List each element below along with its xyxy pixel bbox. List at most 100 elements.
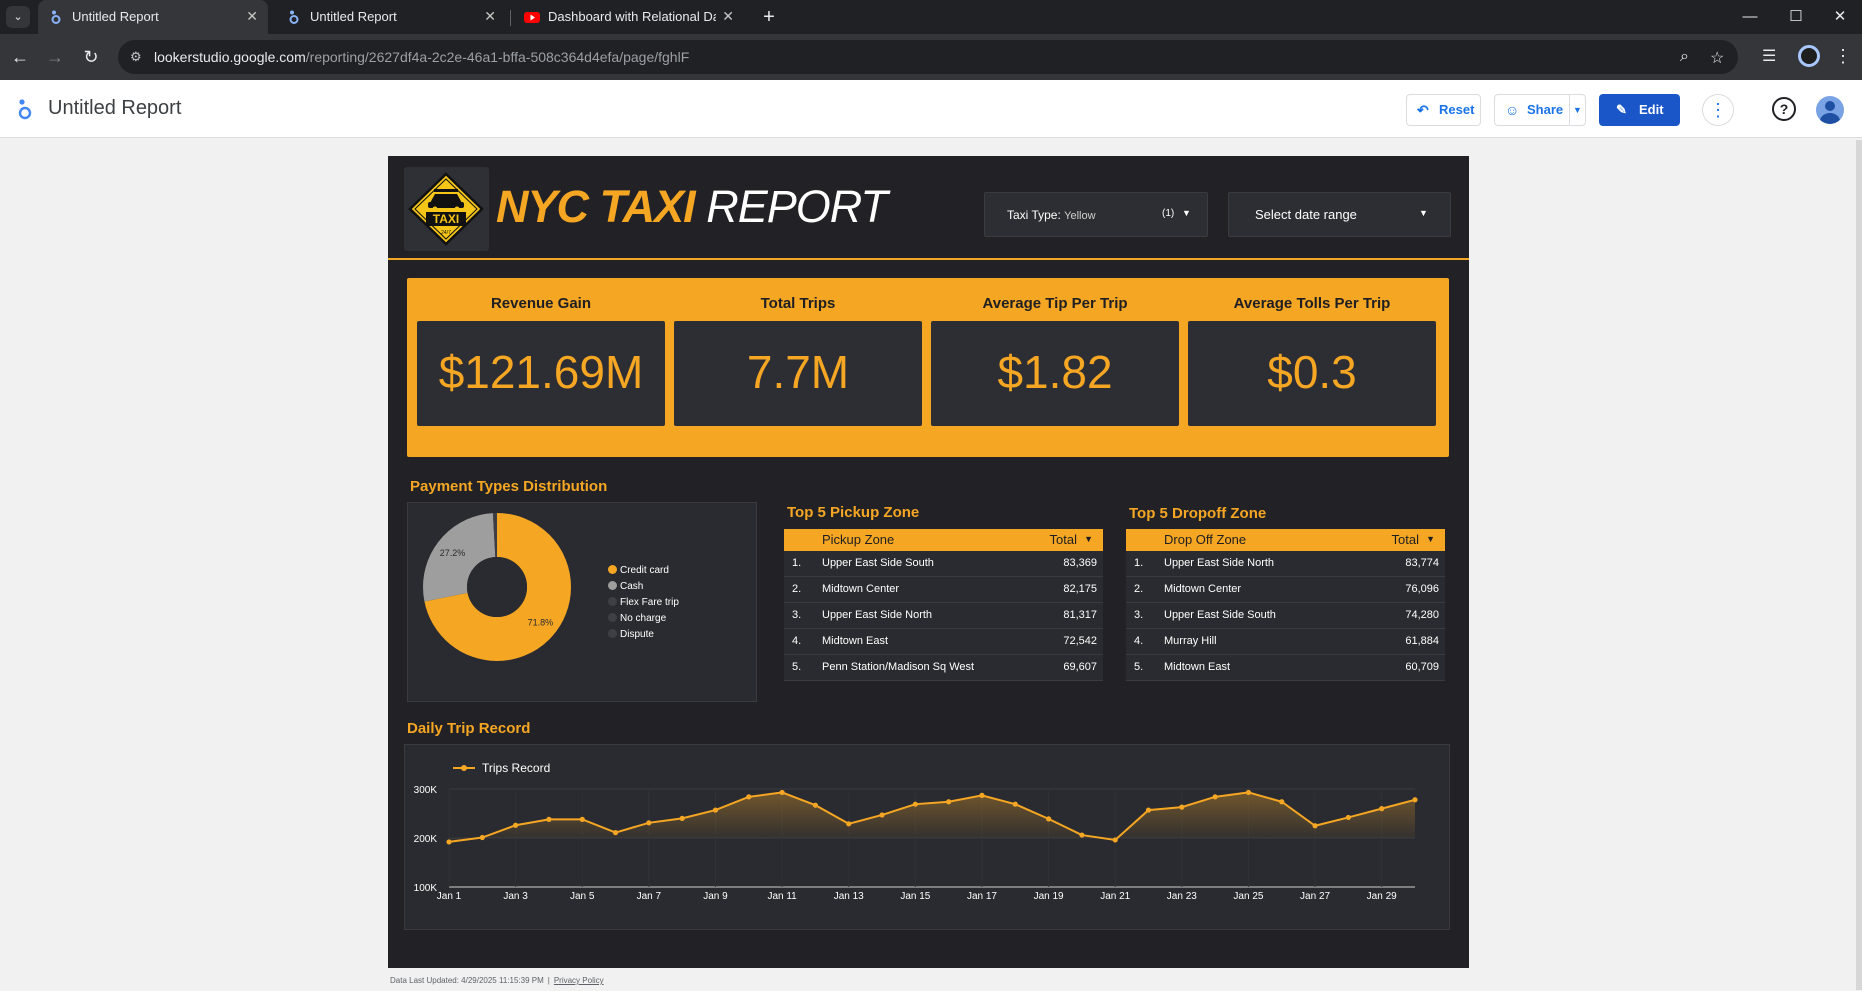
minimize-button[interactable]: — <box>1728 4 1772 30</box>
data-point[interactable] <box>1312 823 1318 829</box>
data-point[interactable] <box>1245 789 1252 796</box>
url-path: /reporting/2627df4a-2c2e-46a1-bffa-508c3… <box>305 49 690 65</box>
sort-desc-icon[interactable]: ▼ <box>1426 534 1435 544</box>
data-point[interactable] <box>1412 797 1418 803</box>
table-row[interactable]: 3. Upper East Side North 81,317 <box>784 603 1103 629</box>
table-row[interactable]: 5. Penn Station/Madison Sq West 69,607 <box>784 655 1103 681</box>
payment-donut-chart[interactable]: 71.8% 27.2% Credit card Cash Flex Fare trip… <box>407 502 757 702</box>
tab-untitled-report-2[interactable]: Untitled Report ✕ <box>276 0 506 34</box>
data-point[interactable] <box>513 822 519 828</box>
data-point[interactable] <box>746 794 752 800</box>
table-row[interactable]: 2. Midtown Center 82,175 <box>784 577 1103 603</box>
close-icon[interactable]: ✕ <box>722 8 734 25</box>
column-header-zone[interactable]: Drop Off Zone <box>1164 532 1246 547</box>
data-point[interactable] <box>579 816 585 822</box>
new-tab-button[interactable]: + <box>756 4 782 30</box>
data-point[interactable] <box>1279 799 1285 805</box>
table-row[interactable]: 4. Murray Hill 61,884 <box>1126 629 1445 655</box>
legend-label: Dispute <box>620 629 654 640</box>
forward-button[interactable]: → <box>42 44 68 70</box>
date-range-label: Select date range <box>1255 207 1357 222</box>
looker-studio-logo-icon <box>18 99 32 120</box>
column-header-total[interactable]: Total <box>1392 532 1419 547</box>
tab-search-button[interactable]: ⌄ <box>6 6 30 28</box>
daily-trip-chart[interactable]: 100K 200K 300K Jan 1 Jan 3 Jan 5 Jan 7 Jan 9 Jan… <box>404 744 1450 930</box>
reset-button[interactable]: ↶ Reset <box>1406 94 1481 126</box>
table-row[interactable]: 3. Upper East Side South 74,280 <box>1126 603 1445 629</box>
table-row[interactable]: 4. Midtown East 72,542 <box>784 629 1103 655</box>
help-icon[interactable]: ? <box>1772 97 1796 121</box>
profile-avatar-icon[interactable] <box>1798 45 1820 67</box>
y-tick-label: 200K <box>414 834 438 845</box>
close-window-button[interactable]: ✕ <box>1818 4 1862 30</box>
data-point[interactable] <box>979 792 985 798</box>
data-point[interactable] <box>1145 807 1152 813</box>
table-row[interactable]: 5. Midtown East 60,709 <box>1126 655 1445 681</box>
donut-svg: 71.8% 27.2% <box>423 513 571 661</box>
data-point[interactable] <box>446 839 452 845</box>
legend-item[interactable]: Cash <box>608 581 643 592</box>
data-point[interactable] <box>846 821 852 827</box>
maximize-button[interactable]: ☐ <box>1774 4 1818 30</box>
legend-item[interactable]: Flex Fare trip <box>608 597 679 608</box>
data-point[interactable] <box>546 816 552 822</box>
data-point[interactable] <box>1379 806 1385 812</box>
data-point[interactable] <box>679 815 685 821</box>
data-point[interactable] <box>1112 837 1118 843</box>
legend-item[interactable]: Dispute <box>608 629 654 640</box>
report-name[interactable]: Untitled Report <box>48 97 181 120</box>
reload-button[interactable]: ↻ <box>78 44 104 70</box>
legend-label[interactable]: Trips Record <box>482 761 550 775</box>
media-control-icon[interactable]: ☰ <box>1762 46 1776 66</box>
tab-dashboard-relational-data[interactable]: Dashboard with Relational Data ✕ <box>514 0 744 34</box>
site-info-icon[interactable]: ⚙ <box>130 49 146 65</box>
user-avatar[interactable] <box>1816 96 1844 124</box>
row-number: 2. <box>792 583 802 595</box>
privacy-policy-link[interactable]: Privacy Policy <box>554 976 604 985</box>
date-range-filter[interactable]: Select date range ▼ <box>1228 192 1451 237</box>
table-row[interactable]: 2. Midtown Center 76,096 <box>1126 577 1445 603</box>
share-button[interactable]: ☺ Share ▼ <box>1494 94 1586 126</box>
back-button[interactable]: ← <box>7 44 33 70</box>
column-header-zone[interactable]: Pickup Zone <box>822 532 894 547</box>
data-point[interactable] <box>1079 832 1085 838</box>
data-point[interactable] <box>1345 814 1351 821</box>
pickup-zone-table: Pickup Zone Total ▼ 1. Upper East Side So… <box>784 529 1103 681</box>
data-point[interactable] <box>646 820 652 826</box>
data-point[interactable] <box>879 812 885 818</box>
data-point[interactable] <box>1179 804 1185 810</box>
legend-item[interactable]: Credit card <box>608 565 669 576</box>
edit-button[interactable]: ✎ Edit <box>1599 94 1680 126</box>
table-row[interactable]: 1. Upper East Side South 83,369 <box>784 551 1103 577</box>
data-point[interactable] <box>1212 794 1218 800</box>
data-point[interactable] <box>479 834 485 841</box>
data-point[interactable] <box>1045 816 1052 822</box>
tab-untitled-report-1[interactable]: Untitled Report ✕ <box>38 0 268 34</box>
browser-menu-icon[interactable]: ⋮ <box>1834 46 1852 67</box>
column-header-total[interactable]: Total <box>1050 532 1077 547</box>
zoom-icon[interactable]: ⌕ <box>1680 48 1689 66</box>
data-point[interactable] <box>946 799 952 805</box>
data-point[interactable] <box>1012 801 1018 807</box>
data-point[interactable] <box>912 801 918 807</box>
close-icon[interactable]: ✕ <box>484 8 496 25</box>
kpi-value: $1.82 <box>997 346 1113 398</box>
kpi-label: Average Tolls Per Trip <box>1233 295 1391 312</box>
data-point[interactable] <box>712 807 719 813</box>
share-dropdown-icon[interactable]: ▼ <box>1573 95 1582 125</box>
table-row[interactable]: 1. Upper East Side North 83,774 <box>1126 551 1445 577</box>
bookmark-star-icon[interactable]: ☆ <box>1710 48 1724 68</box>
close-icon[interactable]: ✕ <box>246 8 258 25</box>
taxi-type-filter[interactable]: Taxi Type: Yellow (1) ▼ <box>984 192 1208 237</box>
data-point[interactable] <box>612 830 619 836</box>
data-point[interactable] <box>812 802 819 808</box>
address-bar[interactable]: ⚙ lookerstudio.google.com/reporting/2627… <box>118 40 1738 74</box>
more-options-icon[interactable]: ⋮ <box>1702 94 1734 126</box>
sort-desc-icon[interactable]: ▼ <box>1084 534 1093 544</box>
row-total: 69,607 <box>1063 661 1097 673</box>
x-tick-label: Jan 23 <box>1167 891 1197 902</box>
page-scrollbar[interactable] <box>1856 140 1862 990</box>
legend-swatch <box>608 629 617 638</box>
data-point[interactable] <box>779 789 785 796</box>
legend-item[interactable]: No charge <box>608 613 666 624</box>
